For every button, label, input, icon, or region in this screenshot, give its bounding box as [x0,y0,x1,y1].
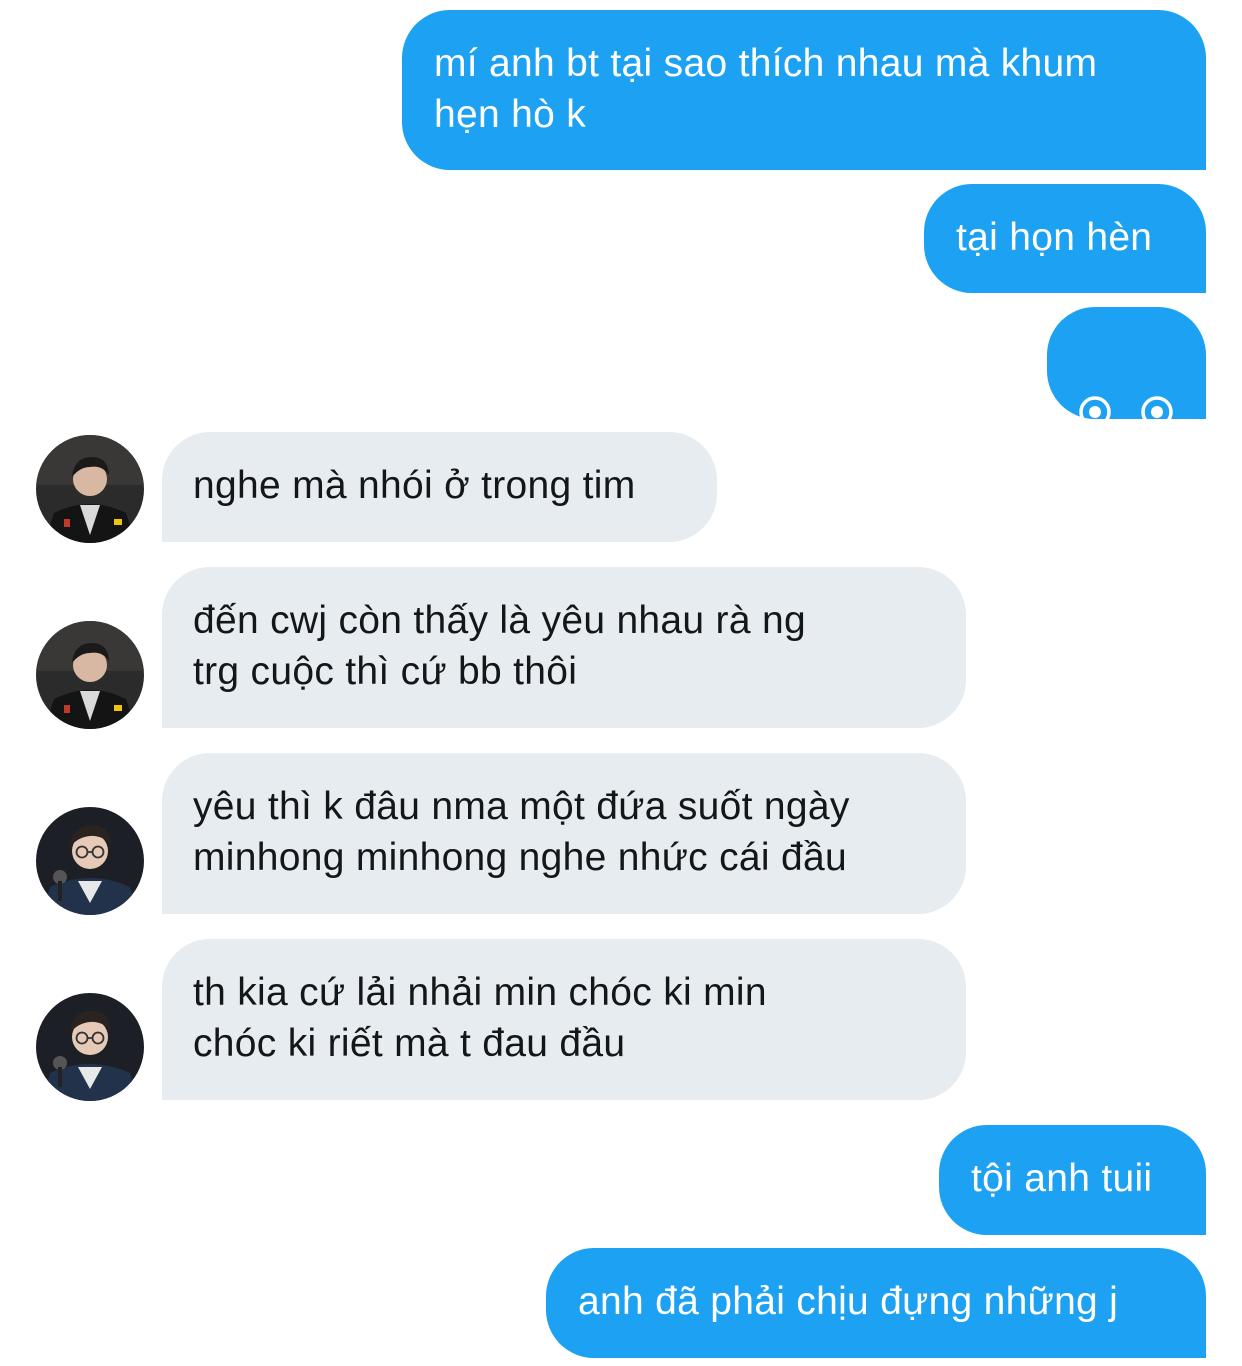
message-bubble-incoming[interactable]: nghe mà nhói ở trong tim [162,432,717,542]
message-bubble-incoming[interactable]: yêu thì k đâu nma một đứa suốt ngày minh… [162,753,966,914]
message-bubble-outgoing[interactable] [1047,307,1206,433]
avatar[interactable] [36,993,144,1101]
message-bubble-outgoing[interactable]: tội anh tuii [939,1125,1206,1235]
avatar[interactable] [36,435,144,543]
message-bubble-incoming[interactable]: th kia cứ lải nhải min chóc ki min chóc … [162,939,966,1100]
message-bubble-outgoing[interactable]: tại họn hèn [924,184,1206,293]
kaomoji-eyes-smile-icon [1079,396,1173,433]
avatar[interactable] [36,807,144,915]
avatar-glasses-microphone-icon [36,807,144,915]
message-bubble-outgoing[interactable]: mí anh bt tại sao thích nhau mà khum hẹn… [402,10,1206,170]
avatar-dark-jacket-icon [36,435,144,543]
message-bubble-incoming[interactable]: đến cwj còn thấy là yêu nhau rà ng trg c… [162,567,966,728]
message-bubble-outgoing[interactable]: anh đã phải chịu đựng những j [546,1248,1206,1358]
avatar-glasses-microphone-icon [36,993,144,1101]
avatar-dark-jacket-icon [36,621,144,729]
avatar[interactable] [36,621,144,729]
